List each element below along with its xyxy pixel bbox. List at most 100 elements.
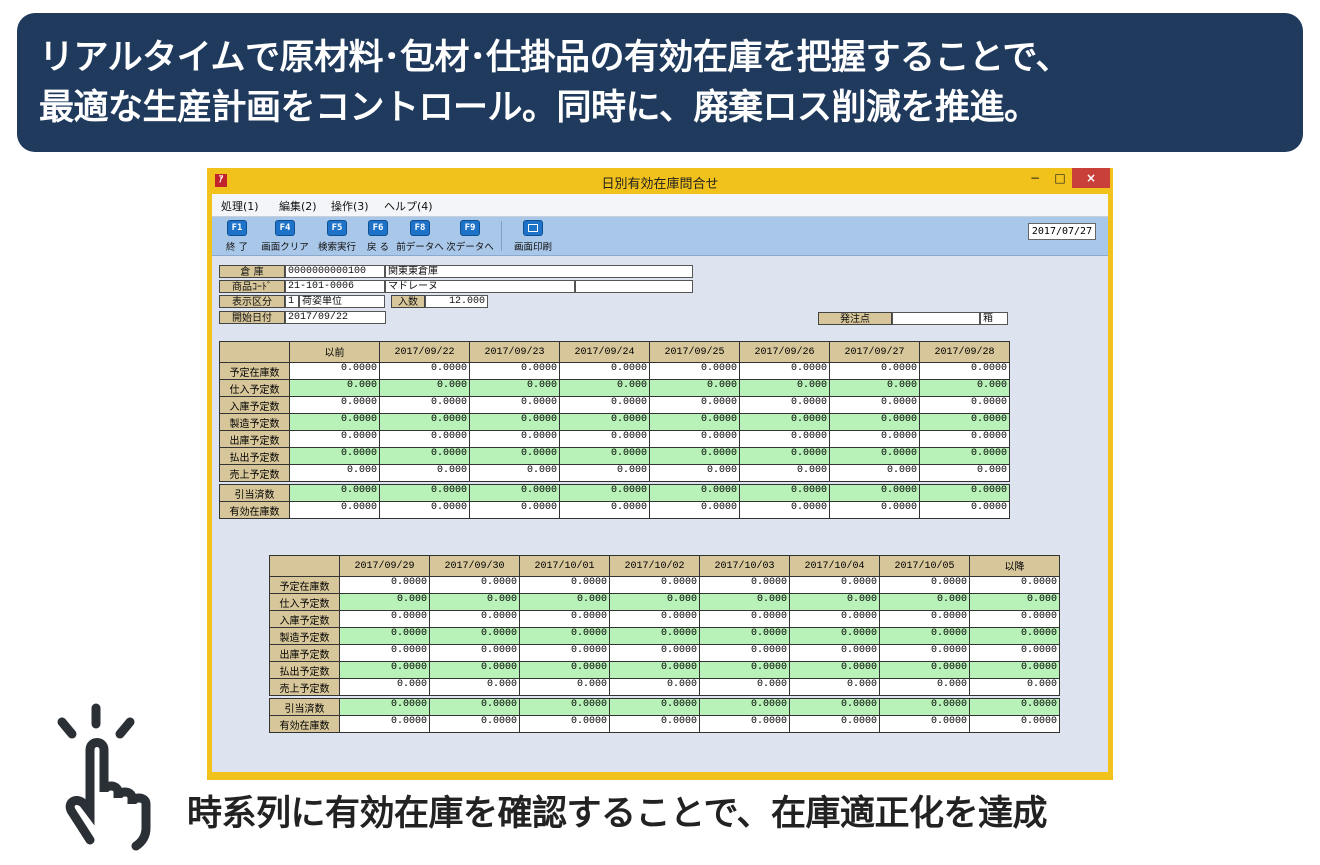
table-row: 払出予定数 0.0000 0.0000 0.0000 0.0000 0.0000… — [219, 447, 1010, 465]
title-bar[interactable]: ｱ 日別有効在庫問合せ − □ × — [207, 168, 1113, 194]
table-row: 入庫予定数 0.0000 0.0000 0.0000 0.0000 0.0000… — [269, 610, 1060, 628]
order-point-field[interactable] — [892, 312, 980, 325]
cell-value: 0.000 — [609, 593, 700, 611]
cell-value: 0.000 — [879, 593, 970, 611]
warehouse-label: 倉 庫 — [219, 265, 285, 278]
display-type-text: 荷姿単位 — [299, 295, 385, 308]
product-code-field[interactable]: 21-101-0006 — [285, 280, 385, 293]
display-type-field[interactable]: 1 — [285, 295, 299, 308]
order-point-label: 発注点 — [818, 312, 892, 325]
table1-col-header: 以前 — [289, 341, 380, 363]
cell-value: 0.0000 — [519, 644, 610, 662]
cell-value: 0.0000 — [699, 627, 790, 645]
close-button[interactable]: × — [1072, 168, 1110, 188]
table2-col-header: 2017/10/01 — [519, 555, 610, 577]
irisu-label: 入数 — [391, 295, 425, 308]
cell-value: 0.0000 — [289, 396, 380, 414]
headline-banner: リアルタイムで原材料･包材･仕掛品の有効在庫を把握することで、 最適な生産計画を… — [17, 13, 1303, 152]
headline-line-2: 最適な生産計画をコントロール。同時に、廃棄ロス削減を推進。 — [39, 88, 1039, 128]
cell-value: 0.0000 — [829, 501, 920, 519]
printer-icon — [523, 220, 543, 236]
cell-value: 0.000 — [339, 593, 430, 611]
f8-prev-button[interactable]: F8 前データへ — [395, 220, 445, 253]
cell-value: 0.0000 — [699, 644, 790, 662]
cell-value: 0.0000 — [429, 644, 520, 662]
cell-value: 0.0000 — [879, 698, 970, 716]
row-label: 有効在庫数 — [219, 501, 290, 519]
f4-clear-button[interactable]: F4 画面クリア — [260, 220, 310, 253]
cell-value: 0.0000 — [879, 661, 970, 679]
cell-value: 0.0000 — [739, 484, 830, 502]
cell-value: 0.0000 — [339, 661, 430, 679]
cell-value: 0.000 — [969, 678, 1060, 696]
print-button[interactable]: 画面印刷 — [508, 220, 558, 253]
product-name-field: マドレーヌ — [385, 280, 575, 293]
start-date-label: 開始日付 — [219, 311, 285, 324]
cell-value: 0.0000 — [289, 501, 380, 519]
cell-value: 0.0000 — [649, 413, 740, 431]
table2-col-header: 2017/10/05 — [879, 555, 970, 577]
cell-value: 0.000 — [919, 464, 1010, 482]
row-label: 売上予定数 — [269, 678, 340, 696]
cell-value: 0.0000 — [289, 362, 380, 380]
table-row: 売上予定数 0.000 0.000 0.000 0.000 0.000 0.00… — [269, 678, 1060, 696]
menu-sousa[interactable]: 操作(3) — [331, 198, 369, 214]
cell-value: 0.000 — [739, 379, 830, 397]
table1-col-header: 2017/09/23 — [469, 341, 560, 363]
f6-key-icon: F6 — [368, 220, 388, 236]
table-row: 引当済数 0.0000 0.0000 0.0000 0.0000 0.0000 … — [269, 698, 1060, 716]
menu-henshu[interactable]: 編集(2) — [279, 198, 317, 214]
footer-caption: 時系列に有効在庫を確認することで、在庫適正化を達成 — [187, 794, 1048, 834]
cell-value: 0.0000 — [609, 661, 700, 679]
cell-value: 0.0000 — [969, 576, 1060, 594]
cell-value: 0.0000 — [609, 715, 700, 733]
minimize-button[interactable]: − — [1024, 168, 1046, 188]
menu-shori[interactable]: 処理(1) — [221, 198, 259, 214]
table-row: 仕入予定数 0.000 0.000 0.000 0.000 0.000 0.00… — [219, 379, 1010, 397]
headline-line-1: リアルタイムで原材料･包材･仕掛品の有効在庫を把握することで、 — [39, 38, 1071, 78]
cell-value: 0.0000 — [339, 644, 430, 662]
f1-exit-button[interactable]: F1 終 了 — [212, 220, 262, 253]
order-point-unit: 箱 — [980, 312, 1008, 325]
cell-value: 0.0000 — [379, 484, 470, 502]
f9-next-button[interactable]: F9 次データへ — [445, 220, 495, 253]
cell-value: 0.0000 — [379, 413, 470, 431]
cell-value: 0.0000 — [739, 447, 830, 465]
table1-col-header: 2017/09/22 — [379, 341, 470, 363]
maximize-button[interactable]: □ — [1049, 168, 1071, 188]
row-label: 入庫予定数 — [219, 396, 290, 414]
f8-key-icon: F8 — [410, 220, 430, 236]
menu-help[interactable]: ヘルプ(4) — [384, 198, 433, 214]
table-row: 予定在庫数 0.0000 0.0000 0.0000 0.0000 0.0000… — [269, 576, 1060, 594]
cell-value: 0.0000 — [789, 698, 880, 716]
app-window: ｱ 日別有効在庫問合せ − □ × 処理(1) 編集(2) 操作(3) ヘルプ(… — [207, 168, 1113, 780]
cell-value: 0.0000 — [609, 698, 700, 716]
table2-col-header: 以降 — [969, 555, 1060, 577]
cell-value: 0.000 — [379, 464, 470, 482]
start-date-field[interactable]: 2017/09/22 — [285, 311, 386, 324]
inventory-table-1: 以前 2017/09/22 2017/09/23 2017/09/24 2017… — [219, 341, 1010, 519]
warehouse-code-field[interactable]: 0000000000100 — [285, 265, 385, 278]
table-row: 有効在庫数 0.0000 0.0000 0.0000 0.0000 0.0000… — [269, 715, 1060, 733]
display-type-label: 表示区分 — [219, 295, 285, 308]
row-label: 予定在庫数 — [269, 576, 340, 594]
cell-value: 0.000 — [699, 593, 790, 611]
cell-value: 0.0000 — [829, 484, 920, 502]
cell-value: 0.0000 — [289, 413, 380, 431]
row-label: 有効在庫数 — [269, 715, 340, 733]
cell-value: 0.0000 — [429, 610, 520, 628]
row-label: 引当済数 — [269, 698, 340, 716]
cell-value: 0.0000 — [739, 413, 830, 431]
table1-col-header: 2017/09/25 — [649, 341, 740, 363]
cell-value: 0.0000 — [919, 447, 1010, 465]
cell-value: 0.0000 — [699, 661, 790, 679]
cell-value: 0.0000 — [379, 430, 470, 448]
cell-value: 0.0000 — [829, 430, 920, 448]
row-label: 製造予定数 — [269, 627, 340, 645]
cell-value: 0.000 — [289, 464, 380, 482]
table-row: 入庫予定数 0.0000 0.0000 0.0000 0.0000 0.0000… — [219, 396, 1010, 414]
table1-header-row: 以前 2017/09/22 2017/09/23 2017/09/24 2017… — [219, 341, 1010, 363]
cell-value: 0.0000 — [339, 610, 430, 628]
cell-value: 0.000 — [429, 593, 520, 611]
toolbar: F1 終 了 F4 画面クリア F5 検索実行 F6 戻 る F8 前データへ … — [212, 217, 1108, 256]
